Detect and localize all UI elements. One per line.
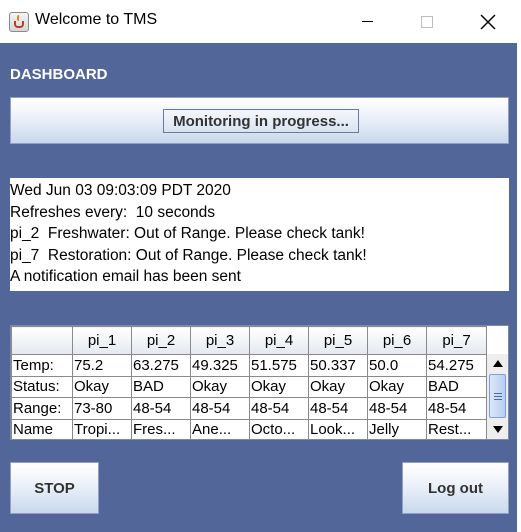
table-cell[interactable]: Ane...	[190, 418, 250, 439]
table-cell[interactable]: Okay	[249, 375, 309, 398]
table-cell[interactable]: Jelly	[367, 418, 427, 439]
table-cell[interactable]: Octo...	[249, 418, 309, 439]
column-header[interactable]: pi_6	[367, 326, 427, 355]
table-cell[interactable]: 75.2	[72, 354, 132, 377]
table-cell[interactable]: 49.325	[190, 354, 250, 377]
title-bar: Welcome to TMS	[0, 0, 521, 43]
table-cell[interactable]: 48-54	[426, 397, 487, 420]
minimize-icon	[361, 21, 373, 22]
notice-refresh-interval: Refreshes every: 10 seconds	[10, 203, 216, 221]
notification-area: Wed Jun 03 09:03:09 PDT 2020 Refreshes e…	[10, 178, 509, 291]
table-row[interactable]: Name Tropi... Fres... Ane... Octo... Loo…	[11, 418, 487, 439]
scroll-down-button[interactable]	[489, 421, 506, 438]
table-cell[interactable]: 48-54	[249, 397, 309, 420]
column-header[interactable]: pi_3	[190, 326, 250, 355]
column-header[interactable]: pi_1	[72, 326, 132, 355]
table-cell[interactable]: 54.275	[426, 354, 487, 377]
table-header-row: pi_1 pi_2 pi_3 pi_4 pi_5 pi_6 pi_7	[11, 326, 487, 355]
scroll-thumb[interactable]	[489, 374, 506, 418]
table-cell[interactable]: 50.0	[367, 354, 427, 377]
table-scrollbar[interactable]	[486, 354, 508, 439]
column-header[interactable]: pi_2	[131, 326, 191, 355]
table-row[interactable]: Temp: 75.2 63.275 49.325 51.575 50.337 5…	[11, 354, 487, 377]
table-cell[interactable]: Fres...	[131, 418, 191, 439]
java-cup-icon	[9, 12, 29, 32]
table-cell[interactable]: 48-54	[190, 397, 250, 420]
table-cell[interactable]: Okay	[308, 375, 368, 398]
close-button[interactable]	[458, 0, 518, 43]
notice-alert: pi_2 Freshwater: Out of Range. Please ch…	[10, 225, 365, 242]
table-cell[interactable]: 51.575	[249, 354, 309, 377]
maximize-button[interactable]	[397, 0, 457, 43]
notice-alert: pi_7 Restoration: Out of Range. Please c…	[10, 246, 367, 264]
table-cell[interactable]: Status:	[11, 375, 73, 398]
notice-timestamp: Wed Jun 03 09:03:09 PDT 2020	[10, 182, 231, 199]
table-cell[interactable]: 48-54	[131, 397, 191, 420]
table-cell[interactable]: Range:	[11, 397, 73, 420]
table-cell[interactable]: Okay	[190, 375, 250, 398]
table-row[interactable]: Range: 73-80 48-54 48-54 48-54 48-54 48-…	[11, 397, 487, 420]
table-cell[interactable]: BAD	[426, 375, 487, 398]
column-header[interactable]: pi_4	[249, 326, 309, 355]
notice-email-sent: A notification email has been sent	[10, 268, 241, 285]
stop-button[interactable]: STOP	[10, 462, 99, 514]
triangle-down-icon	[492, 426, 503, 433]
close-icon	[480, 14, 496, 29]
logout-button[interactable]: Log out	[402, 462, 509, 514]
table-cell[interactable]: 63.275	[131, 354, 191, 377]
monitoring-status-label: Monitoring in progress...	[163, 109, 359, 133]
triangle-up-icon	[492, 360, 503, 367]
table-cell[interactable]: BAD	[131, 375, 191, 398]
table-cell[interactable]: 73-80	[72, 397, 132, 420]
scroll-up-button[interactable]	[489, 355, 506, 372]
table-row[interactable]: Status: Okay BAD Okay Okay Okay Okay BAD	[11, 375, 487, 398]
table-cell[interactable]: 48-54	[308, 397, 368, 420]
column-header[interactable]: pi_7	[426, 326, 487, 355]
table-cell[interactable]: Look...	[308, 418, 368, 439]
column-header[interactable]	[11, 326, 73, 355]
table-cell[interactable]: Tropi...	[72, 418, 132, 439]
window-title: Welcome to TMS	[35, 11, 158, 28]
dashboard-heading: DASHBOARD	[10, 66, 108, 83]
table-cell[interactable]: Rest...	[426, 418, 487, 439]
table-cell[interactable]: Temp:	[11, 354, 73, 377]
maximize-icon	[421, 15, 433, 28]
table-cell[interactable]: 50.337	[308, 354, 368, 377]
column-header[interactable]: pi_5	[308, 326, 368, 355]
table-cell[interactable]: Okay	[367, 375, 427, 398]
table-cell[interactable]: 48-54	[367, 397, 427, 420]
table-cell[interactable]: Okay	[72, 375, 132, 398]
tank-table: pi_1 pi_2 pi_3 pi_4 pi_5 pi_6 pi_7 Temp:…	[10, 325, 509, 440]
monitoring-status-button[interactable]: Monitoring in progress...	[10, 97, 509, 144]
table-cell[interactable]: Name	[11, 418, 73, 439]
minimize-button[interactable]	[337, 0, 397, 43]
